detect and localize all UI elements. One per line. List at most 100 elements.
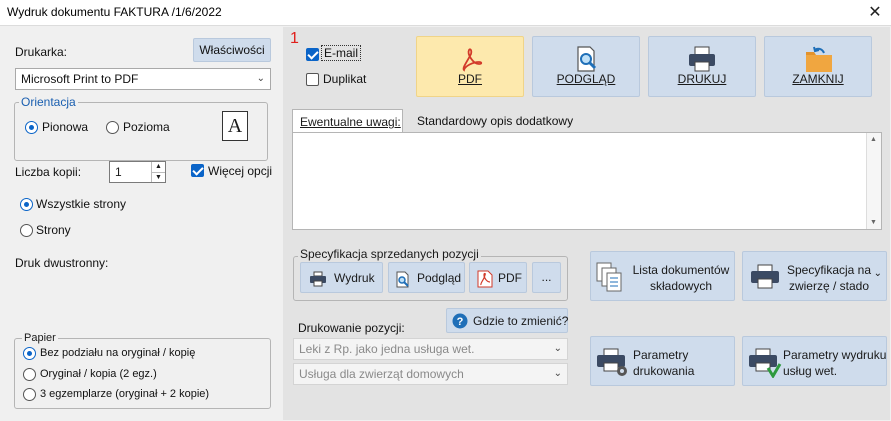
spec-preview-button[interactable]: Podgląd — [388, 262, 465, 293]
paper-option-radio[interactable] — [23, 388, 36, 401]
pdf-button[interactable]: PDF — [416, 36, 524, 97]
printer-select[interactable]: Microsoft Print to PDF ⌄ — [15, 68, 271, 90]
pdf-button-label: PDF — [458, 72, 482, 86]
more-options-label: Więcej opcji — [208, 164, 273, 178]
email-label: E-mail — [321, 45, 362, 61]
title-bar: Wydruk dokumentu FAKTURA /1/6/2022 ✕ — [0, 0, 891, 26]
page-range-label: Strony — [36, 223, 71, 237]
close-icon[interactable]: ✕ — [860, 1, 890, 25]
printer-vet-icon — [749, 348, 782, 378]
stepper-up-icon[interactable]: ▲ — [151, 162, 165, 172]
service-type-value: Usługa dla zwierząt domowych — [299, 367, 464, 381]
print-button[interactable]: DRUKUJ — [648, 36, 756, 97]
paper-legend: Papier — [22, 332, 58, 344]
print-params-line: Parametry — [633, 348, 689, 362]
landscape-label: Pozioma — [123, 120, 170, 134]
orientation-legend: Orientacja — [19, 95, 78, 109]
help-icon: ? — [452, 313, 468, 329]
paper-option-label: Oryginał / kopia (2 egz.) — [40, 368, 157, 380]
spec-animal-text: Specyfikacja na zwierzę / stado — [783, 262, 875, 294]
paper-option-radio[interactable] — [23, 347, 36, 360]
duplicate-label: Duplikat — [323, 72, 367, 86]
chevron-down-icon: ⌄ — [553, 368, 562, 379]
close-button-label: ZAMKNIJ — [792, 72, 844, 86]
spec-print-label: Wydruk — [334, 270, 375, 285]
docs-list-line: Lista dokumentów — [632, 263, 730, 277]
spec-pdf-button[interactable]: PDF — [469, 262, 527, 293]
more-options-checkbox[interactable] — [191, 164, 204, 177]
paper-option-label: Bez podziału na oryginał / kopię — [40, 347, 196, 359]
portrait-label: Pionowa — [42, 120, 89, 134]
printer-value: Microsoft Print to PDF — [21, 72, 139, 86]
chevron-down-icon: ⌄ — [553, 343, 562, 354]
print-params-line: drukowania — [633, 364, 695, 378]
paper-option-label: 3 egzemplarze (oryginał + 2 kopie) — [40, 388, 210, 400]
landscape-radio[interactable] — [106, 121, 119, 134]
close-button[interactable]: ZAMKNIJ — [764, 36, 872, 97]
printer-icon — [310, 271, 326, 287]
spec-preview-label: Podgląd — [417, 270, 462, 285]
vet-print-params-text: Parametry wydruku usług wet. — [783, 347, 887, 379]
all-pages-label: Wszystkie strony — [36, 197, 127, 211]
pdf-icon — [477, 270, 493, 288]
spec-animal-line: zwierzę / stado — [788, 279, 870, 293]
docs-list-text: Lista dokumentów składowych — [631, 262, 731, 294]
chevron-down-icon: ⌄ — [256, 73, 265, 84]
spec-pdf-label: PDF — [498, 270, 522, 285]
service-type-select[interactable]: Usługa dla zwierząt domowych ⌄ — [293, 363, 568, 385]
print-button-label: DRUKUJ — [677, 72, 727, 86]
paper-option-radio[interactable] — [23, 368, 36, 381]
spec-animal-button[interactable]: Specyfikacja na zwierzę / stado ⌄ — [742, 251, 887, 301]
spec-legend: Specyfikacja sprzedanych pozycji — [298, 247, 481, 261]
print-params-button[interactable]: Parametry drukowania — [590, 336, 735, 386]
scroll-up-icon[interactable]: ▲ — [870, 136, 877, 143]
items-print-mode-select[interactable]: Leki z Rp. jako jedna usługa wet. ⌄ — [293, 338, 568, 360]
print-params-text: Parametry drukowania — [633, 347, 733, 379]
items-print-label: Drukowanie pozycji: — [298, 321, 405, 335]
printer-settings-icon — [597, 348, 627, 376]
spec-animal-line: Specyfikacja na — [786, 263, 872, 277]
annotation-marker-1: 1 — [290, 30, 299, 47]
portrait-radio[interactable] — [25, 121, 38, 134]
notes-textarea[interactable]: ▲ ▼ — [292, 132, 882, 230]
chevron-down-icon: ⌄ — [873, 268, 882, 279]
document-options-panel: 1 2 E-mail Duplikat PDF PODGLĄD DRUKUJ — [283, 27, 890, 420]
printer-icon — [689, 46, 715, 72]
preview-button-label: PODGLĄD — [556, 72, 616, 86]
stepper-down-icon[interactable]: ▼ — [151, 172, 165, 182]
email-checkbox[interactable] — [306, 48, 319, 61]
duplicate-checkbox[interactable] — [306, 73, 319, 86]
copies-label: Liczba kopii: — [15, 165, 82, 179]
where-to-change-label: Gdzie to zmienić? — [473, 313, 569, 328]
docs-list-line: składowych — [649, 279, 713, 293]
copies-value: 1 — [115, 165, 122, 179]
preview-magnifier-icon — [577, 46, 597, 72]
print-settings-panel: Drukarka: Właściwości Microsoft Print to… — [1, 27, 282, 420]
tab-standard-description[interactable]: Standardowy opis dodatkowy — [417, 114, 573, 128]
vet-print-params-line: Parametry wydruku — [783, 348, 887, 362]
scroll-down-icon[interactable]: ▼ — [870, 219, 877, 226]
notes-scrollbar[interactable]: ▲ ▼ — [866, 133, 881, 229]
documents-icon — [596, 262, 622, 292]
page-range-radio[interactable] — [20, 224, 33, 237]
copies-stepper[interactable]: 1 ▲ ▼ — [109, 161, 166, 183]
vet-print-params-line: usług wet. — [783, 364, 838, 378]
vet-print-params-button[interactable]: Parametry wydruku usług wet. — [742, 336, 887, 386]
printer-label: Drukarka: — [15, 45, 68, 59]
all-pages-radio[interactable] — [20, 198, 33, 211]
tab-notes[interactable]: Ewentualne uwagi: — [292, 109, 403, 133]
tab-notes-label: Ewentualne uwagi: — [300, 115, 401, 129]
properties-button[interactable]: Właściwości — [193, 38, 271, 62]
folder-close-icon — [806, 46, 832, 72]
svg-text:?: ? — [457, 316, 464, 328]
spec-print-button[interactable]: Wydruk — [300, 262, 383, 293]
docs-list-button[interactable]: Lista dokumentów składowych — [590, 251, 735, 301]
preview-button[interactable]: PODGLĄD — [532, 36, 640, 97]
preview-magnifier-icon — [396, 271, 409, 288]
printer-icon — [751, 264, 779, 289]
items-print-mode-value: Leki z Rp. jako jedna usługa wet. — [299, 342, 475, 356]
where-to-change-button[interactable]: ? Gdzie to zmienić? — [446, 308, 568, 333]
page-orientation-preview: A — [222, 111, 248, 141]
pdf-icon — [462, 48, 483, 72]
spec-more-button[interactable]: ... — [532, 262, 561, 293]
